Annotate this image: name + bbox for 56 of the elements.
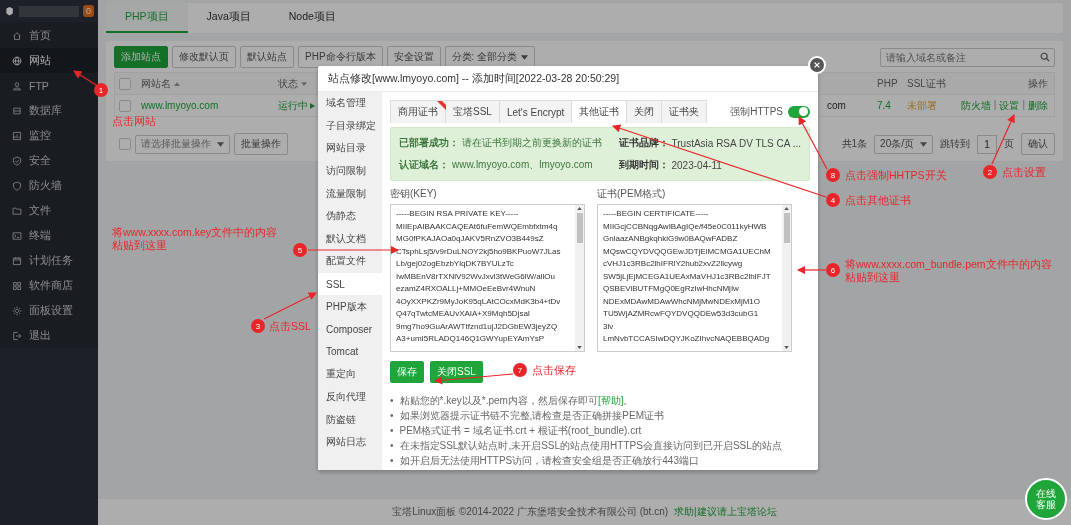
copyright-text: 宝塔Linux面板 ©2014-2022 广东堡塔安全技术有限公司 (bt.cn) [392, 505, 669, 519]
info-value: www.lmyoyo.com、lmyoyo.com [452, 158, 593, 172]
field-label: 密钥(KEY) [390, 187, 438, 201]
annotation-text: 点击强制HHTPS开关 [845, 169, 947, 182]
dialog-title: 站点修改[www.lmyoyo.com] -- 添加时间[2022-03-28 20:50:29] [328, 71, 620, 86]
page-unit: 页 [1003, 137, 1015, 151]
info-value: TrustAsia RSA DV TLS CA ... [671, 137, 801, 149]
step-number: 5 [293, 243, 307, 257]
sidebar-label: 面板设置 [29, 303, 73, 318]
annotation-text: 将www.xxxx.com_bundle.pem文件中的内容粘贴到这里 [845, 258, 1053, 284]
info-label: 到期时间： [618, 158, 669, 172]
info-value: 2023-04-11 [671, 159, 722, 171]
sidebar-label: 监控 [29, 128, 51, 143]
info-value: 请在证书到期之前更换新的证书 [462, 136, 602, 150]
table-cell-text: 7.4 [877, 100, 892, 111]
separator: | [993, 98, 997, 112]
sidebar-label: 安全 [29, 153, 51, 168]
sidebar-label: 文件 [29, 203, 51, 218]
annotation-text: 将www.xxxx.com.key文件中的内容粘贴到这里 [112, 226, 279, 252]
force-https-label: 强制HTTPS [730, 104, 783, 119]
step-number: 8 [826, 168, 840, 182]
help-note: 粘贴您的*.key以及*.pem内容，然后保存即可[帮助]。 [399, 394, 634, 407]
sidebar-label: 防火墙 [29, 178, 62, 193]
step-number: 3 [251, 319, 265, 333]
table-cell-text: com [827, 100, 847, 111]
help-note: PEM格式证书 = 域名证书.crt + 根证书(root_bundle).crt [399, 424, 642, 437]
sidebar-label: 首页 [29, 28, 51, 43]
sidebar-label: 软件商店 [29, 278, 73, 293]
goto-label: 跳转到 [939, 137, 971, 151]
info-label: 认证域名： [399, 158, 449, 172]
field-label: 证书(PEM格式) [597, 187, 667, 201]
annotation-text: 点击其他证书 [845, 194, 911, 207]
step-number: 6 [826, 263, 840, 277]
sidebar-label: FTP [29, 79, 49, 92]
help-note: 在未指定SSL默认站点时,未开启SSL的站点使用HTTPS会直接访问到已开启SSL的站点 [399, 439, 782, 452]
sidebar-label: 计划任务 [29, 253, 73, 268]
separator: | [1022, 98, 1025, 112]
annotation-text: 点击SSL [269, 320, 311, 333]
sidebar-label: 终端 [29, 228, 51, 243]
annotation-text: 点击网站 [112, 115, 156, 128]
help-note: 如开启后无法使用HTTPS访问，请检查安全组是否正确放行443端口 [399, 454, 699, 467]
total-count: 共1条 [840, 137, 869, 151]
step-number: 2 [983, 165, 997, 179]
help-note: 如果浏览器提示证书链不完整,请检查是否正确拼接PEM证书 [399, 409, 664, 422]
info-label: 已部署成功： [399, 136, 459, 150]
sidebar-label: 网站 [29, 53, 51, 68]
bullet: • [390, 394, 394, 407]
sidebar-label: 数据库 [29, 103, 62, 118]
bullet: • [390, 454, 394, 467]
sidebar-label: 退出 [29, 328, 51, 343]
annotation-text: 点击保存 [532, 364, 576, 377]
bullet: • [390, 439, 394, 452]
bullet: • [390, 424, 394, 437]
step-number: 4 [826, 193, 840, 207]
annotation-text: 点击设置 [1002, 166, 1046, 179]
bullet: • [390, 409, 394, 422]
